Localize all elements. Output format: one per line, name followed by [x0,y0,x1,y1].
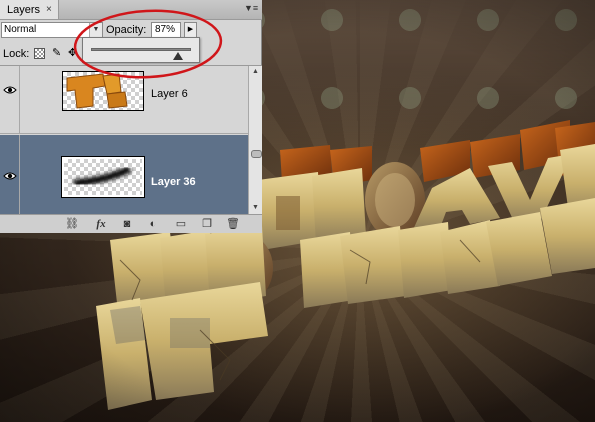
tab-label: Layers [7,3,41,16]
close-icon[interactable]: × [46,4,52,15]
adjustment-icon[interactable]: ◐ [146,217,160,231]
mask-icon[interactable]: ◙ [120,217,134,231]
blend-mode-select[interactable]: Normal ▼ [1,22,103,38]
link-icon[interactable]: ⛓ [64,217,80,231]
scroll-up-icon[interactable]: ▲ [249,66,262,78]
layer-name[interactable]: Layer 36 [151,176,196,188]
layers-toolbar: ⛓ fx ◙ ◐ ▭ ❐ 🗑 [0,214,262,233]
opacity-slider-popup [82,37,200,63]
layers-panel: Layers × ▼≡ Normal ▼ Opacity: 87% ▶ Lock… [0,0,262,233]
eye-icon[interactable] [3,171,17,181]
layer-row[interactable]: Layer 6 [0,66,248,134]
visibility-cell[interactable] [0,66,20,133]
opacity-slider-track[interactable] [91,48,191,51]
blend-mode-value: Normal [4,24,37,35]
panel-menu-icon[interactable]: ▼≡ [244,2,258,15]
opacity-slider-thumb[interactable] [173,52,183,60]
layers-list: Layer 6 Layer 36 [0,66,248,214]
trash-icon[interactable]: 🗑 [226,217,240,231]
layer-6-thumb-art [66,73,128,109]
layer-name[interactable]: Layer 6 [151,88,188,100]
scroll-thumb[interactable] [251,150,262,158]
visibility-cell[interactable] [0,135,20,214]
new-layer-icon[interactable]: ❐ [200,217,214,231]
lock-transparency-icon[interactable] [34,48,45,59]
chevron-down-icon[interactable]: ▼ [89,23,102,37]
layers-scrollbar[interactable]: ▲ ▼ [248,66,262,214]
lock-position-icon[interactable]: ✥ [68,48,79,59]
opacity-input[interactable]: 87% [151,22,181,38]
lock-label: Lock: [3,48,30,60]
tab-layers[interactable]: Layers × [0,0,59,19]
opacity-slider-toggle-icon[interactable]: ▶ [184,22,197,38]
fx-icon[interactable]: fx [92,217,110,231]
layer-thumbnail[interactable] [62,71,144,111]
scroll-down-icon[interactable]: ▼ [249,202,262,214]
layer-row-selected[interactable]: Layer 36 [0,135,248,214]
layer-36-thumb-art [73,165,132,187]
layer-thumbnail[interactable] [61,156,145,198]
eye-icon[interactable] [3,85,17,95]
folder-icon[interactable]: ▭ [174,217,188,231]
opacity-label: Opacity: [106,24,147,36]
panel-tabbar: Layers × ▼≡ [0,0,262,20]
lock-pixels-icon[interactable]: ✎ [52,48,63,59]
